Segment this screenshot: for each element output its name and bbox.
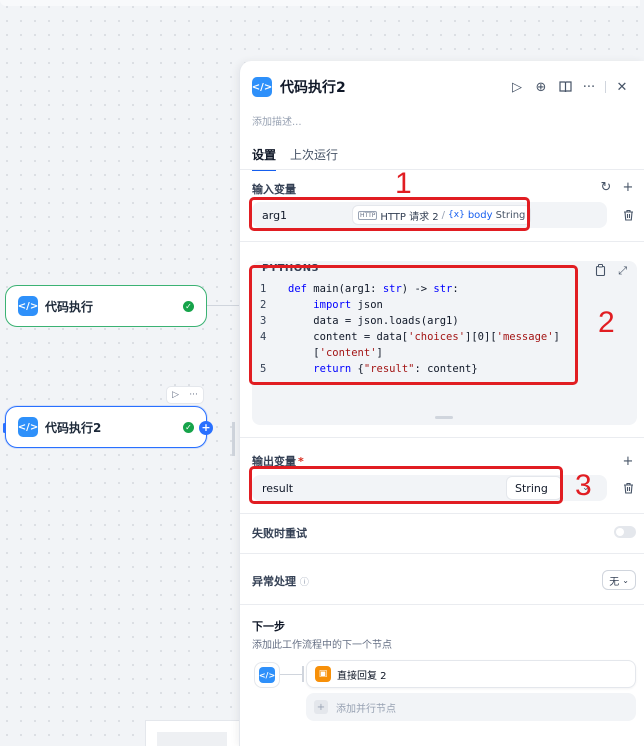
code-icon: </> xyxy=(18,417,38,437)
refresh-icon[interactable]: ↻ xyxy=(598,179,614,195)
resize-handle[interactable] xyxy=(435,416,453,419)
node-toolbar: ▷ ··· xyxy=(166,386,204,404)
tab-last-run[interactable]: 上次运行 xyxy=(290,146,338,171)
edge-stub xyxy=(232,422,235,456)
section-divider xyxy=(240,553,644,554)
error-handling-value: 无 xyxy=(609,576,620,588)
book-icon[interactable] xyxy=(553,75,577,99)
annotation-number-2: 2 xyxy=(598,306,615,339)
trash-icon[interactable] xyxy=(620,480,636,496)
plus-icon: + xyxy=(314,700,328,714)
branch-stub xyxy=(302,666,304,682)
tabs-divider xyxy=(240,169,644,170)
retry-toggle[interactable] xyxy=(614,526,636,538)
section-divider xyxy=(240,513,644,514)
error-handling-label: 异常处理 ⓘ xyxy=(252,575,309,588)
add-parallel-node-button[interactable]: + 添加并行节点 xyxy=(306,693,636,721)
minimap-viewport xyxy=(157,732,227,746)
code-icon: </> xyxy=(259,667,275,683)
canvas-top-card xyxy=(0,0,640,6)
description-input[interactable]: 添加描述... xyxy=(252,113,302,128)
section-divider xyxy=(240,437,644,438)
check-icon: ✓ xyxy=(183,300,194,312)
next-step-description: 添加此工作流程中的下一个节点 xyxy=(252,640,392,651)
add-node-handle[interactable]: + xyxy=(199,421,213,435)
section-divider xyxy=(240,604,644,605)
annotation-number-3: 3 xyxy=(575,469,592,502)
add-parallel-label: 添加并行节点 xyxy=(336,703,396,715)
code-tools: ⤢ xyxy=(595,264,627,279)
retry-label: 失败时重试 xyxy=(252,527,307,540)
edge xyxy=(207,305,239,306)
tab-settings[interactable]: 设置 xyxy=(252,146,277,171)
annotation-box-3 xyxy=(249,466,563,504)
chevron-down-icon: ⌄ xyxy=(622,575,629,585)
panel-title[interactable]: 代码执行2 xyxy=(280,77,505,97)
node-settings-panel: </> 代码执行2 ▷ ⊕ ··· ✕ 添加描述... 设置 上次运行 输入变量… xyxy=(239,61,644,746)
divider xyxy=(605,81,606,93)
input-vars-label: 输入变量 xyxy=(252,183,296,196)
answer-icon: ▣ xyxy=(315,666,331,682)
run-icon[interactable]: ▷ xyxy=(172,390,179,400)
info-icon: ⓘ xyxy=(299,578,309,588)
add-icon[interactable]: + xyxy=(620,179,636,195)
next-step-title: 下一步 xyxy=(252,620,285,633)
tab-bar: 设置 上次运行 xyxy=(252,146,338,171)
annotation-number-1: 1 xyxy=(395,167,412,200)
close-icon[interactable]: ✕ xyxy=(610,75,634,99)
locate-icon[interactable]: ⊕ xyxy=(529,75,553,99)
branch-line xyxy=(280,674,302,675)
flow-node-code-2[interactable]: </> 代码执行2 ✓ + xyxy=(3,406,213,448)
section-divider xyxy=(240,241,644,242)
flow-node-code-1[interactable]: </> 代码执行 ✓ xyxy=(5,285,207,327)
expand-icon[interactable]: ⤢ xyxy=(618,264,627,279)
add-icon[interactable]: + xyxy=(620,453,636,469)
play-icon[interactable]: ▷ xyxy=(505,75,529,99)
annotation-box-2 xyxy=(249,265,578,385)
check-icon: ✓ xyxy=(183,421,194,433)
input-handle[interactable] xyxy=(3,423,6,433)
node-title: 代码执行2 xyxy=(45,420,102,435)
node-title: 代码执行 xyxy=(45,299,94,314)
code-icon: </> xyxy=(252,77,272,97)
more-icon[interactable]: ··· xyxy=(189,390,198,400)
panel-header: </> 代码执行2 ▷ ⊕ ··· ✕ xyxy=(252,75,634,99)
trash-icon[interactable] xyxy=(620,207,636,223)
annotation-box-1 xyxy=(249,197,530,231)
next-node-label: 直接回复 2 xyxy=(337,670,387,682)
current-node-thumb: </> xyxy=(254,662,280,688)
error-handling-select[interactable]: 无 ⌄ xyxy=(602,570,636,590)
copy-icon[interactable] xyxy=(595,264,606,279)
next-node-item[interactable]: ▣ 直接回复 2 xyxy=(306,660,636,688)
code-icon: </> xyxy=(18,296,38,316)
more-icon[interactable]: ··· xyxy=(577,75,601,99)
